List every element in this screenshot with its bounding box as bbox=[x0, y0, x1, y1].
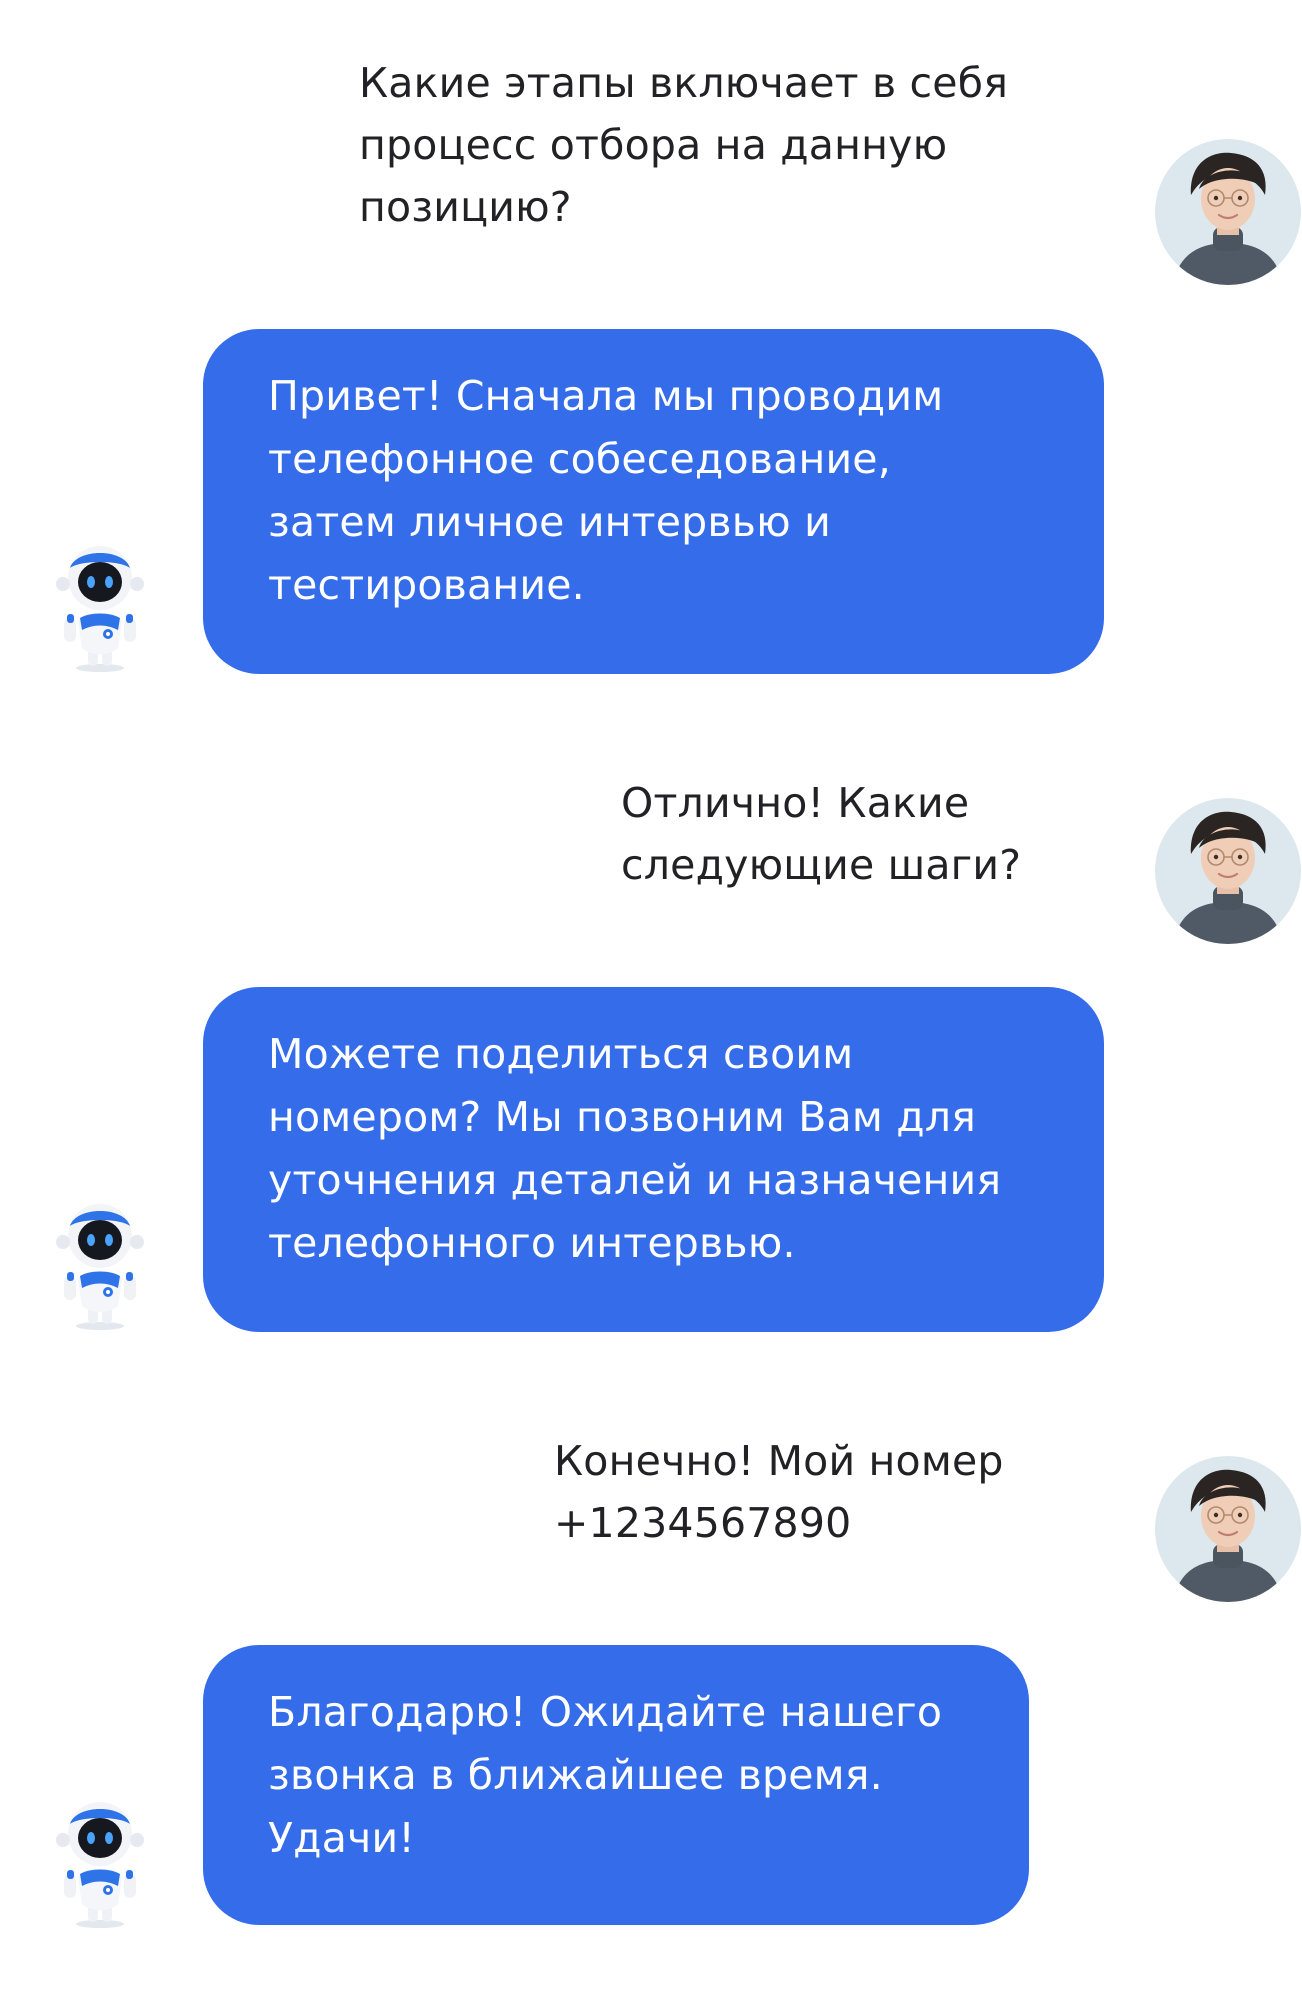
bot-message-bubble: Можете поделиться своим номером? Мы позв… bbox=[203, 987, 1104, 1332]
user-message-text: Какие этапы включает в себя процесс отбо… bbox=[359, 59, 1009, 231]
bot-message-text: Привет! Сначала мы проводим телефонное с… bbox=[268, 372, 944, 609]
user-message-text: Отлично! Какие следующие шаги? bbox=[621, 779, 1022, 889]
bot-message-text: Благодарю! Ожидайте нашего звонка в ближ… bbox=[268, 1688, 943, 1862]
bot-message-text: Можете поделиться своим номером? Мы позв… bbox=[268, 1030, 1002, 1267]
user-avatar-icon bbox=[1155, 798, 1301, 944]
robot-avatar-icon bbox=[50, 538, 150, 674]
robot-avatar-icon bbox=[50, 1794, 150, 1930]
user-message-text: Конечно! Мой номер +1234567890 bbox=[554, 1437, 1004, 1547]
user-avatar-icon bbox=[1155, 1456, 1301, 1602]
bot-message-bubble: Благодарю! Ожидайте нашего звонка в ближ… bbox=[203, 1645, 1029, 1925]
bot-message-bubble: Привет! Сначала мы проводим телефонное с… bbox=[203, 329, 1104, 674]
robot-avatar-icon bbox=[50, 1196, 150, 1332]
user-avatar-icon bbox=[1155, 139, 1301, 285]
